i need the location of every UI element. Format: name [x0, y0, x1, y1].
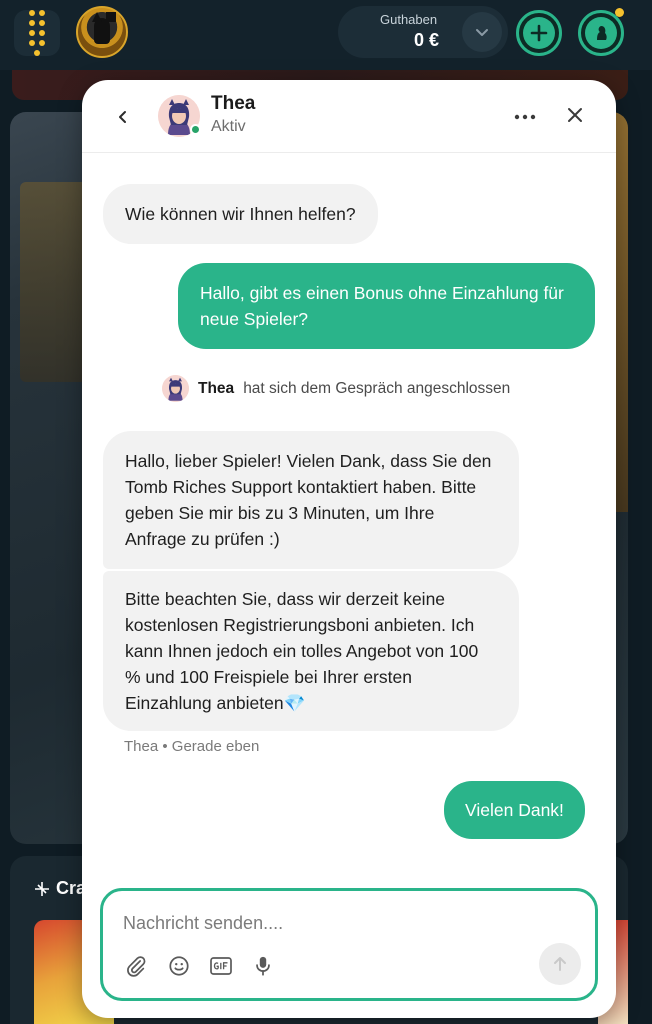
- message-composer: [100, 888, 598, 1001]
- balance-value: 0 €: [414, 30, 440, 50]
- balance-widget[interactable]: Guthaben 0 €: [338, 6, 508, 58]
- attach-button[interactable]: [123, 953, 149, 979]
- chat-window: Thea Aktiv Wie können wir Ihnen helfen? …: [82, 80, 616, 1018]
- agent-message: Wie können wir Ihnen helfen?: [103, 184, 378, 244]
- profile-icon: [597, 26, 607, 40]
- joined-agent-name: Thea: [198, 379, 235, 397]
- deposit-button[interactable]: [516, 10, 562, 56]
- agent-message: Bitte beachten Sie, dass wir derzeit kei…: [103, 571, 519, 731]
- message-meta: Thea • Gerade eben: [124, 738, 260, 755]
- balance-toggle-button[interactable]: [462, 12, 502, 52]
- more-icon: [514, 114, 536, 120]
- agent-name: Thea: [211, 93, 256, 114]
- background-section-title: Cra: [34, 878, 86, 899]
- gif-icon: [210, 957, 232, 975]
- emoji-button[interactable]: [166, 953, 192, 979]
- top-bar: Guthaben 0 €: [0, 0, 652, 70]
- online-status-dot: [190, 124, 201, 135]
- emoji-icon: [169, 956, 189, 976]
- send-arrow-icon: [554, 957, 566, 971]
- send-button[interactable]: [539, 943, 581, 985]
- grid-icon: [29, 10, 35, 16]
- agent-message: Hallo, lieber Spieler! Vielen Dank, dass…: [103, 431, 519, 569]
- plus-icon: [530, 24, 548, 42]
- profile-button[interactable]: [578, 10, 624, 56]
- chevron-left-icon: [119, 111, 126, 123]
- site-logo[interactable]: [76, 6, 128, 58]
- agent-joined-notice: Thea hat sich dem Gespräch angeschlossen: [162, 375, 510, 402]
- balance-label: Guthaben: [380, 12, 438, 27]
- message-input[interactable]: [123, 909, 563, 937]
- category-icon: [35, 881, 49, 896]
- microphone-icon: [256, 956, 270, 976]
- chevron-down-icon: [476, 29, 488, 36]
- joined-text: hat sich dem Gespräch angeschlossen: [243, 379, 511, 397]
- user-message: Hallo, gibt es einen Bonus ohne Einzahlu…: [178, 263, 595, 349]
- paperclip-icon: [127, 956, 146, 977]
- agent-avatar-small: [162, 375, 189, 402]
- menu-button[interactable]: [14, 10, 60, 56]
- notification-dot: [615, 8, 624, 17]
- more-options-button[interactable]: [510, 102, 540, 132]
- user-message: Vielen Dank!: [444, 781, 585, 839]
- gif-button[interactable]: [208, 953, 234, 979]
- agent-status: Aktiv: [211, 118, 246, 135]
- close-chat-button[interactable]: [560, 100, 590, 130]
- back-button[interactable]: [108, 102, 138, 132]
- close-icon: [568, 108, 582, 122]
- voice-button[interactable]: [250, 953, 276, 979]
- chat-header: Thea Aktiv: [82, 80, 616, 153]
